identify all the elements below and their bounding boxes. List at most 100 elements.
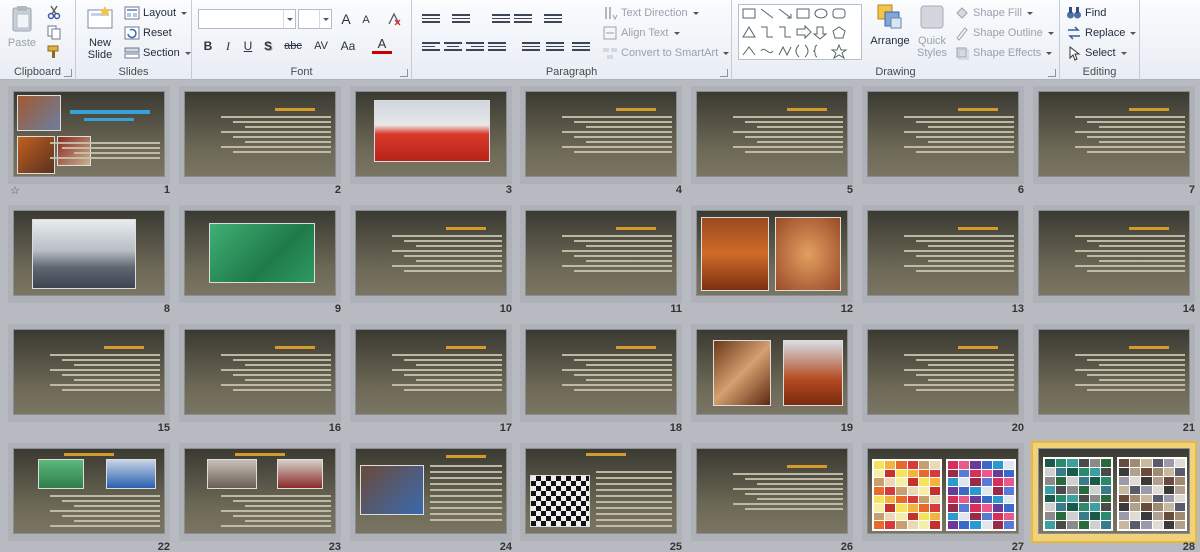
numbering-icon[interactable] [452,12,470,26]
slides-group-label: Slides [118,66,149,78]
color-swatch [948,478,959,486]
bullets-icon[interactable] [422,12,440,26]
slide-thumbnail[interactable] [520,443,682,541]
font-launcher[interactable] [400,69,408,77]
slide-thumbnail[interactable] [350,86,512,184]
slide-number: 1 [163,184,170,196]
shrink-font-button[interactable]: A [356,10,376,30]
text-line [596,513,672,515]
slide-thumbnail[interactable] [1033,324,1195,422]
layout-button[interactable]: Layout [124,5,188,21]
color-swatch [929,469,940,478]
clipboard-launcher[interactable] [64,69,72,77]
slide-thumbnail[interactable] [862,324,1024,422]
character-spacing-button[interactable]: AV [308,36,334,56]
format-painter-icon[interactable] [46,44,62,60]
slide-number: 18 [669,422,682,434]
align-center-icon[interactable] [444,40,462,54]
text-direction-button[interactable]: Text Direction [602,5,699,21]
bold-button[interactable]: B [198,36,218,56]
font-color-button[interactable]: A [372,35,392,54]
slide-thumbnail[interactable] [179,205,341,303]
color-swatch [1152,494,1163,503]
line-spacing-icon[interactable] [544,12,562,26]
slide-thumbnail[interactable] [691,324,853,422]
italic-button[interactable]: I [218,36,238,56]
paragraph-launcher[interactable] [720,69,728,77]
grow-font-button[interactable]: A [336,9,356,29]
underline-button[interactable]: U [238,36,258,56]
slide-thumbnail[interactable] [350,324,512,422]
color-swatch [1067,459,1078,467]
cut-icon[interactable] [46,4,62,20]
decrease-indent-icon[interactable] [492,12,510,26]
change-case-button[interactable]: Aa [336,36,360,56]
text-line [596,483,672,485]
shape-effects-button[interactable]: Shape Effects [954,45,1053,61]
text-line [430,477,502,479]
convert-smartart-button[interactable]: Convert to SmartArt [602,45,730,61]
slide-thumbnail[interactable] [520,205,682,303]
ltr-icon[interactable] [522,40,540,54]
color-swatch [1056,512,1067,521]
color-swatch [1078,485,1089,494]
shape-fill-button[interactable]: Shape Fill [954,5,1033,21]
font-size-combo[interactable] [298,9,332,29]
clear-formatting-icon[interactable] [386,11,402,27]
slide-title [616,108,656,111]
convert-smartart-label: Convert to SmartArt [621,47,719,59]
slide-thumbnail[interactable] [862,86,1024,184]
slide-thumbnail[interactable] [862,443,1024,541]
align-left-icon[interactable] [422,40,440,54]
paint-bucket-icon [956,7,968,19]
replace-button[interactable]: Replace [1066,25,1137,41]
shadow-button[interactable]: S [258,36,278,56]
slide-thumbnail[interactable] [179,86,341,184]
columns-icon[interactable] [572,40,590,54]
text-line [62,359,160,361]
arrange-button[interactable]: Arrange [868,2,912,47]
reset-button[interactable]: Reset [124,25,172,41]
font-name-combo[interactable] [198,9,296,29]
rtl-icon[interactable] [546,40,564,54]
slide-thumbnail[interactable] [520,86,682,184]
copy-icon[interactable] [46,24,62,40]
slide-thumbnail[interactable] [8,205,170,303]
slide-thumbnail[interactable] [8,86,170,184]
slide-frame [355,91,507,177]
paste-button[interactable]: Paste [4,4,40,49]
slide-thumbnail[interactable] [350,443,512,541]
new-slide-button[interactable]: New Slide [80,4,120,61]
slide-thumbnail[interactable] [520,324,682,422]
slide-thumbnail[interactable] [862,205,1024,303]
shape-outline-button[interactable]: Shape Outline [954,25,1054,41]
slide-thumbnail[interactable] [8,324,170,422]
section-button[interactable]: Section [124,45,191,61]
editing-group-label: Editing [1082,66,1117,78]
justify-icon[interactable] [488,40,506,54]
slide-thumbnail[interactable] [691,443,853,541]
find-button[interactable]: Find [1066,5,1106,21]
align-right-icon[interactable] [466,40,484,54]
slide-thumbnail[interactable] [350,205,512,303]
slide-thumbnail[interactable] [179,324,341,422]
quick-styles-button[interactable]: Quick Styles [914,2,950,59]
shapes-gallery[interactable] [738,4,862,60]
select-button[interactable]: Select [1066,45,1127,61]
slide-thumbnail[interactable] [8,443,170,541]
drawing-launcher[interactable] [1048,69,1056,77]
color-swatch [918,478,929,486]
new-slide-icon [87,6,113,29]
text-line [586,141,672,143]
slide-thumbnail[interactable] [179,443,341,541]
slide-thumbnail[interactable] [1031,441,1197,543]
increase-indent-icon[interactable] [514,12,532,26]
smartart-icon [603,48,617,59]
strikethrough-button[interactable]: abc [280,36,306,56]
slide-thumbnail[interactable] [1033,205,1195,303]
slide-thumbnail[interactable] [691,205,853,303]
slide-thumbnail[interactable] [691,86,853,184]
color-swatch [1141,467,1152,476]
slide-thumbnail[interactable] [1033,86,1195,184]
align-text-button[interactable]: Align Text [602,25,680,41]
